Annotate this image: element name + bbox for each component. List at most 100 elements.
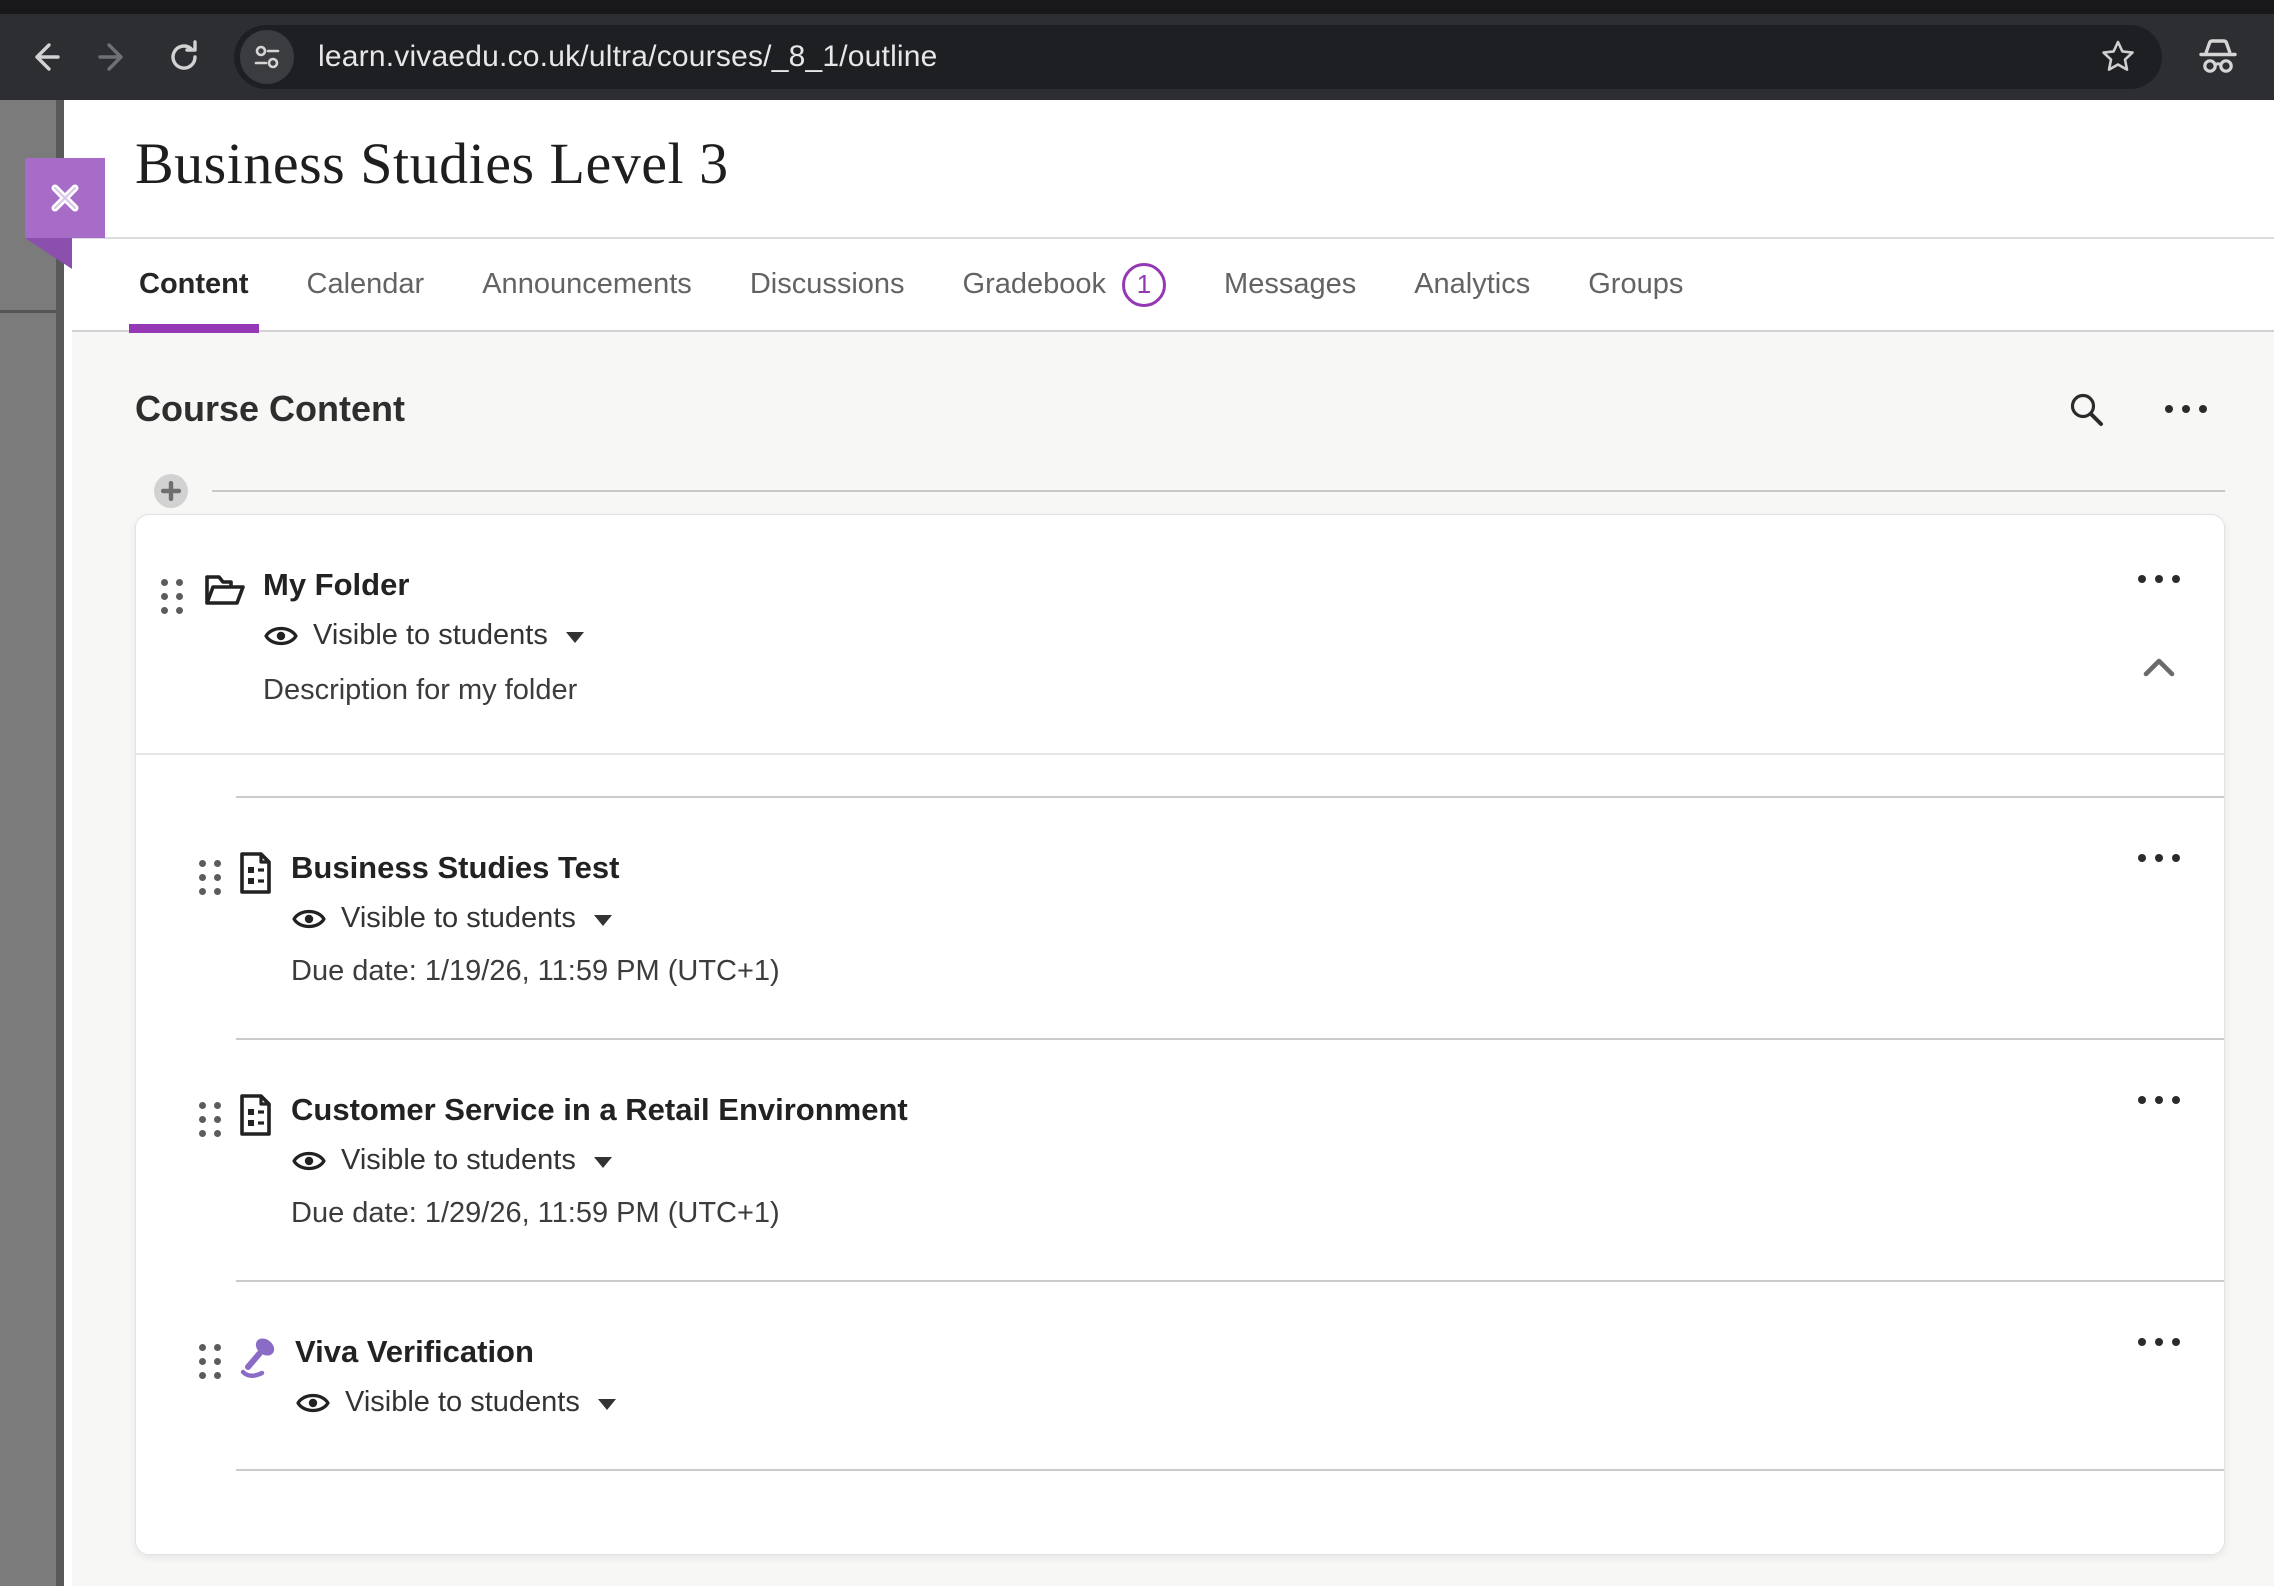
caret-down-icon bbox=[594, 1157, 612, 1168]
browser-tabstrip bbox=[0, 0, 2274, 14]
visibility-label: Visible to students bbox=[313, 619, 548, 652]
url-text[interactable]: learn.vivaedu.co.uk/ultra/courses/_8_1/o… bbox=[318, 40, 2082, 74]
bookmark-button[interactable] bbox=[2098, 37, 2138, 77]
item-menu-button[interactable] bbox=[2138, 1096, 2180, 1104]
tab-label: Content bbox=[139, 268, 249, 301]
tab-badge: 1 bbox=[1122, 263, 1166, 307]
content-item: Business Studies Test Visible to student… bbox=[136, 796, 2224, 1038]
add-divider-line bbox=[212, 490, 2225, 492]
plus-icon bbox=[161, 481, 181, 501]
reload-button[interactable] bbox=[162, 35, 206, 79]
course-content-menu-button[interactable] bbox=[2165, 405, 2207, 413]
caret-down-icon bbox=[598, 1399, 616, 1410]
tab-label: Calendar bbox=[307, 268, 425, 301]
collapsed-side-panel[interactable] bbox=[0, 100, 64, 1586]
forward-arrow-icon bbox=[92, 35, 136, 79]
chevron-up-icon bbox=[2140, 655, 2178, 679]
close-panel-button[interactable] bbox=[25, 158, 105, 238]
folder-main: My Folder Visible to students Descriptio… bbox=[263, 567, 2138, 707]
tab-label: Announcements bbox=[482, 268, 692, 301]
page-header: Business Studies Level 3 bbox=[72, 100, 2274, 237]
due-date: Due date: 1/29/26, 11:59 PM (UTC+1) bbox=[291, 1197, 2138, 1230]
course-tab[interactable]: Messages bbox=[1220, 238, 1360, 331]
caret-down-icon bbox=[594, 915, 612, 926]
content-item: Customer Service in a Retail Environment… bbox=[136, 1038, 2224, 1280]
course-tab[interactable]: Gradebook 1 bbox=[959, 238, 1171, 331]
bookmark-star-icon bbox=[2098, 37, 2138, 77]
add-content-row bbox=[135, 474, 2225, 508]
forward-button[interactable] bbox=[92, 35, 136, 79]
course-tab[interactable]: Groups bbox=[1584, 238, 1687, 331]
course-tab[interactable]: Analytics bbox=[1410, 238, 1534, 331]
drag-handle-icon[interactable] bbox=[199, 1344, 221, 1379]
course-tab[interactable]: Content bbox=[135, 238, 253, 331]
item-title[interactable]: Customer Service in a Retail Environment bbox=[291, 1092, 2138, 1128]
item-main: Viva Verification Visible to students bbox=[295, 1334, 2138, 1419]
item-divider bbox=[236, 1469, 2224, 1471]
content-item-row: Viva Verification Visible to students bbox=[136, 1282, 2224, 1469]
collapse-folder-button[interactable] bbox=[2140, 655, 2178, 679]
eye-icon bbox=[291, 1147, 327, 1175]
site-settings-button[interactable] bbox=[240, 30, 294, 84]
visibility-label: Visible to students bbox=[345, 1386, 580, 1419]
add-content-button[interactable] bbox=[154, 474, 188, 508]
visibility-dropdown[interactable]: Visible to students bbox=[291, 902, 2138, 935]
course-content-card: My Folder Visible to students Descriptio… bbox=[135, 514, 2225, 1555]
folder-description: Description for my folder bbox=[263, 674, 2138, 707]
eye-icon bbox=[291, 905, 327, 933]
incognito-indicator bbox=[2192, 31, 2244, 83]
microphone-icon bbox=[235, 1334, 279, 1380]
site-settings-icon bbox=[250, 40, 284, 74]
search-button[interactable] bbox=[2065, 388, 2107, 430]
course-title: Business Studies Level 3 bbox=[135, 130, 2274, 197]
item-menu-button[interactable] bbox=[2138, 1338, 2180, 1346]
drag-handle-icon[interactable] bbox=[199, 1102, 221, 1137]
visibility-dropdown[interactable]: Visible to students bbox=[263, 619, 2138, 652]
ellipsis-icon bbox=[2138, 1096, 2180, 1104]
visibility-label: Visible to students bbox=[341, 902, 576, 935]
ellipsis-icon bbox=[2138, 1338, 2180, 1346]
drag-handle-icon[interactable] bbox=[161, 579, 183, 614]
visibility-dropdown[interactable]: Visible to students bbox=[295, 1386, 2138, 1419]
due-date: Due date: 1/19/26, 11:59 PM (UTC+1) bbox=[291, 955, 2138, 988]
folder-menu-button[interactable] bbox=[2138, 575, 2180, 583]
tab-label: Gradebook bbox=[963, 268, 1107, 301]
drag-handle-icon[interactable] bbox=[199, 860, 221, 895]
screen: learn.vivaedu.co.uk/ultra/courses/_8_1/o… bbox=[0, 0, 2274, 1586]
course-tab[interactable]: Discussions bbox=[746, 238, 909, 331]
folder-icon bbox=[201, 569, 247, 616]
header-actions bbox=[2065, 388, 2225, 430]
visibility-dropdown[interactable]: Visible to students bbox=[291, 1144, 2138, 1177]
ellipsis-icon bbox=[2138, 575, 2180, 583]
course-tab[interactable]: Calendar bbox=[303, 238, 429, 331]
item-menu-button[interactable] bbox=[2138, 854, 2180, 862]
content-header: Course Content bbox=[135, 388, 2225, 430]
content-area: Course Content bbox=[72, 332, 2274, 1586]
browser-toolbar: learn.vivaedu.co.uk/ultra/courses/_8_1/o… bbox=[0, 14, 2274, 100]
side-panel-divider bbox=[0, 310, 56, 313]
course-tab[interactable]: Announcements bbox=[478, 238, 696, 331]
folder-contents: Business Studies Test Visible to student… bbox=[136, 755, 2224, 1471]
content-item-row: Business Studies Test Visible to student… bbox=[136, 798, 2224, 1038]
visibility-label: Visible to students bbox=[341, 1144, 576, 1177]
reload-icon bbox=[162, 35, 206, 79]
item-main: Business Studies Test Visible to student… bbox=[291, 850, 2138, 988]
assessment-document-icon bbox=[235, 850, 275, 896]
address-bar[interactable]: learn.vivaedu.co.uk/ultra/courses/_8_1/o… bbox=[234, 25, 2162, 89]
tab-label: Groups bbox=[1588, 268, 1683, 301]
ellipsis-icon bbox=[2165, 405, 2207, 413]
course-tab-bar: Content Calendar Announcements Discussio… bbox=[72, 237, 2274, 332]
item-title[interactable]: Viva Verification bbox=[295, 1334, 2138, 1370]
ellipsis-icon bbox=[2138, 854, 2180, 862]
tab-label: Analytics bbox=[1414, 268, 1530, 301]
caret-down-icon bbox=[566, 632, 584, 643]
back-arrow-icon bbox=[22, 35, 66, 79]
back-button[interactable] bbox=[22, 35, 66, 79]
course-page: Business Studies Level 3 Content Calenda… bbox=[72, 100, 2274, 1586]
tab-label: Messages bbox=[1224, 268, 1356, 301]
item-title[interactable]: Business Studies Test bbox=[291, 850, 2138, 886]
tab-label: Discussions bbox=[750, 268, 905, 301]
content-item: Viva Verification Visible to students bbox=[136, 1280, 2224, 1469]
folder-title[interactable]: My Folder bbox=[263, 567, 2138, 603]
close-icon bbox=[43, 176, 87, 220]
